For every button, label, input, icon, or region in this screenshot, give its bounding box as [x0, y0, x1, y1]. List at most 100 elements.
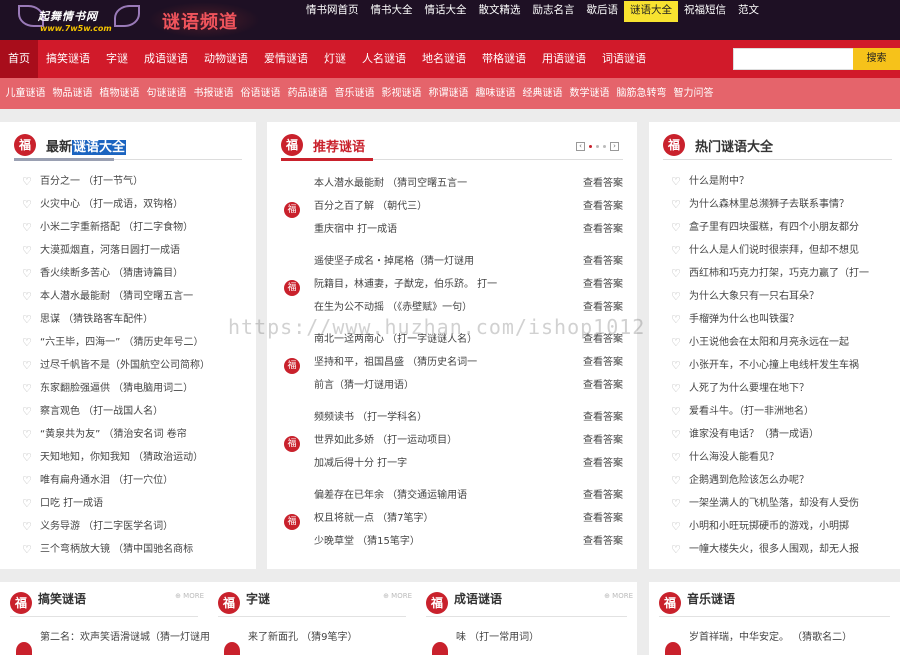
subnav-link[interactable]: 俗语谜语 [237, 78, 284, 109]
recommend-item[interactable]: 前言（猜一灯谜用语） 查看答案 [314, 374, 623, 397]
subnav-link[interactable]: 智力问答 [670, 78, 717, 109]
recommend-item[interactable]: 百分之百了解 （朝代三） 查看答案 [314, 195, 623, 218]
latest-title[interactable]: 最新谜语大全 [46, 136, 127, 155]
recommend-item[interactable]: 频频读书 （打一学科名） 查看答案 [314, 406, 623, 429]
riddle-text[interactable]: 三个弯柄放大镜 （猜中国驰名商标 [40, 544, 193, 555]
riddle-text[interactable]: 为什么森林里总濒狮子去联系事情？ [689, 199, 849, 210]
list-item[interactable]: ♡ 香火续断多苦心 （猜唐诗篇目） [22, 262, 248, 285]
more-link[interactable]: MORE [383, 592, 412, 600]
category-title[interactable]: 字谜 [246, 590, 270, 607]
list-item[interactable]: ♡ 天知地知，你知我知 （猜政治运动） [22, 446, 248, 469]
recommend-item[interactable]: 权且将就一点 （猜7笔字） 查看答案 [314, 507, 623, 530]
riddle-text[interactable]: 坚持和平，祖国昌盛 （猜历史名词一 [314, 357, 477, 368]
prev-arrow-icon[interactable]: ‹ [576, 142, 585, 151]
list-item[interactable]: ♡ 小明和小旺玩掷硬币的游戏，小明掷 [671, 515, 892, 538]
riddle-text[interactable]: 企鹅遇到危险该怎么办呢？ [689, 475, 809, 486]
view-answer-link[interactable]: 查看答案 [579, 452, 623, 475]
list-item[interactable]: 岁首祥瑞，中华安定。 （猜歌名二） [689, 628, 852, 643]
riddle-text[interactable]: 世界如此多娇 （打一运动项目） [314, 435, 457, 446]
mainnav-link[interactable]: 地名谜语 [414, 40, 474, 78]
topnav-link[interactable]: 情书大全 [365, 0, 419, 22]
riddle-text[interactable]: 唯有扁舟通水泪 （打一穴位） [40, 475, 173, 486]
riddle-text[interactable]: 义务导游 （打二字医学名词） [40, 521, 173, 532]
subnav-link[interactable]: 趣味谜语 [472, 78, 519, 109]
view-answer-link[interactable]: 查看答案 [579, 507, 623, 530]
recommend-item[interactable]: 重庆宿中 打一成语 查看答案 [314, 218, 623, 241]
list-item[interactable]: ♡ 爱看斗牛。（打一非洲地名） [671, 400, 892, 423]
riddle-text[interactable]: 遥使坚子成名・掉尾格（猜一灯谜用 [314, 256, 474, 267]
riddle-text[interactable]: 百分之百了解 （朝代三） [314, 201, 427, 212]
list-item[interactable]: ♡ 大漠孤烟直，河落日圆打一成语 [22, 239, 248, 262]
topnav-link[interactable]: 励志名言 [527, 0, 581, 22]
list-item[interactable]: ♡ 盒子里有四块蛋糕，有四个小朋友都分 [671, 216, 892, 239]
subnav-link[interactable]: 书报谜语 [190, 78, 237, 109]
list-item[interactable]: 第二名：欢声笑语滑谜城（猜一灯谜用 [40, 628, 210, 643]
riddle-text[interactable]: “黄泉共为友” （猜治安名词 卷帘 [40, 429, 187, 440]
recommend-item[interactable]: 阮籍目，林逋妻，子猷宠，伯乐跻。 打一 查看答案 [314, 273, 623, 296]
subnav-link[interactable]: 药品谜语 [284, 78, 331, 109]
carousel-dot[interactable] [596, 145, 599, 148]
list-item[interactable]: ♡ 过尽千帆皆不是（外国航空公司简称） [22, 354, 248, 377]
view-answer-link[interactable]: 查看答案 [579, 429, 623, 452]
riddle-text[interactable]: 爱看斗牛。（打一非洲地名） [689, 406, 814, 417]
riddle-text[interactable]: 什么是附中？ [689, 176, 749, 187]
riddle-text[interactable]: 西红柿和巧克力打架，巧克力赢了（打一 [689, 268, 869, 279]
mainnav-link[interactable]: 用语谜语 [534, 40, 594, 78]
recommend-item[interactable]: 在生为公不动摇 （《赤壁赋》一句） 查看答案 [314, 296, 623, 319]
topnav-link[interactable]: 祝福短信 [678, 0, 732, 22]
recommend-item[interactable]: 少晚草堂 （猜15笔字） 查看答案 [314, 530, 623, 553]
carousel-dot[interactable] [603, 145, 606, 148]
list-item[interactable]: ♡ 义务导游 （打二字医学名词） [22, 515, 248, 538]
riddle-text[interactable]: 香火续断多苦心 （猜唐诗篇目） [40, 268, 183, 279]
view-answer-link[interactable]: 查看答案 [579, 484, 623, 507]
list-item[interactable]: ♡ 什么人是人们说时很崇拜，但却不想见 [671, 239, 892, 262]
mainnav-link[interactable]: 首页 [0, 40, 38, 78]
recommend-item[interactable]: 南北一迳两南心 （打一字谜谜人名） 查看答案 [314, 328, 623, 351]
list-item[interactable]: ♡ 一幢大楼失火，很多人围观，却无人报 [671, 538, 892, 561]
riddle-text[interactable]: 火灾中心 （打一成语，双钩格） [40, 199, 183, 210]
list-item[interactable]: ♡ 人死了为什么要埋在地下？ [671, 377, 892, 400]
riddle-text[interactable]: “六王毕，四海一” （猜历史年号二） [40, 337, 204, 348]
riddle-text[interactable]: 东家翻脸强逼供 （猜电脑用词二） [40, 383, 193, 394]
subnav-link[interactable]: 儿童谜语 [2, 78, 49, 109]
subnav-link[interactable]: 植物谜语 [96, 78, 143, 109]
list-item[interactable]: ♡ 三个弯柄放大镜 （猜中国驰名商标 [22, 538, 248, 561]
riddle-text[interactable]: 天知地知，你知我知 （猜政治运动） [40, 452, 203, 463]
view-answer-link[interactable]: 查看答案 [579, 351, 623, 374]
riddle-text[interactable]: 阮籍目，林逋妻，子猷宠，伯乐跻。 打一 [314, 279, 497, 290]
view-answer-link[interactable]: 查看答案 [579, 195, 623, 218]
riddle-text[interactable]: 偏差存在已年余 （猜交通运输用语 [314, 490, 467, 501]
list-item[interactable]: 来了新面孔 （猜9笔字） [248, 628, 358, 643]
view-answer-link[interactable]: 查看答案 [579, 250, 623, 273]
recommend-item[interactable]: 遥使坚子成名・掉尾格（猜一灯谜用 查看答案 [314, 250, 623, 273]
riddle-text[interactable]: 盒子里有四块蛋糕，有四个小朋友都分 [689, 222, 859, 233]
search-button[interactable]: 搜索 [853, 48, 900, 70]
view-answer-link[interactable]: 查看答案 [579, 296, 623, 319]
riddle-text[interactable]: 一幢大楼失火，很多人围观，却无人报 [689, 544, 859, 555]
riddle-text[interactable]: 人死了为什么要埋在地下？ [689, 383, 809, 394]
riddle-text[interactable]: 前言（猜一灯谜用语） [314, 380, 414, 391]
recommend-item[interactable]: 加减后得十分 打一字 查看答案 [314, 452, 623, 475]
mainnav-link[interactable]: 词语谜语 [594, 40, 654, 78]
carousel-dot[interactable] [589, 145, 592, 148]
mainnav-link[interactable]: 搞笑谜语 [38, 40, 98, 78]
next-arrow-icon[interactable]: › [610, 142, 619, 151]
mainnav-link[interactable]: 成语谜语 [136, 40, 196, 78]
riddle-text[interactable]: 重庆宿中 打一成语 [314, 224, 397, 235]
list-item[interactable]: ♡ 口吃 打一成语 [22, 492, 248, 515]
subnav-link[interactable]: 数学谜语 [566, 78, 613, 109]
list-item[interactable]: ♡ 什么海没人能看见？ [671, 446, 892, 469]
riddle-text[interactable]: 南北一迳两南心 （打一字谜谜人名） [314, 334, 477, 345]
riddle-text[interactable]: 频频读书 （打一学科名） [314, 412, 427, 423]
recommend-title[interactable]: 推荐谜语 [313, 136, 365, 155]
list-item[interactable]: ♡ 为什么森林里总濒狮子去联系事情？ [671, 193, 892, 216]
site-logo[interactable]: 起舞情书网 www.7w5w.com [18, 3, 140, 37]
list-item[interactable]: ♡ 谁家没有电话？（猜一成语） [671, 423, 892, 446]
list-item[interactable]: ♡ “黄泉共为友” （猜治安名词 卷帘 [22, 423, 248, 446]
category-title[interactable]: 搞笑谜语 [38, 590, 86, 607]
recommend-item[interactable]: 偏差存在已年余 （猜交通运输用语 查看答案 [314, 484, 623, 507]
riddle-text[interactable]: 本人潜水最能耐 （猜司空曙五言一 [40, 291, 193, 302]
riddle-text[interactable]: 在生为公不动摇 （《赤壁赋》一句） [314, 302, 472, 313]
view-answer-link[interactable]: 查看答案 [579, 406, 623, 429]
list-item[interactable]: ♡ 唯有扁舟通水泪 （打一穴位） [22, 469, 248, 492]
